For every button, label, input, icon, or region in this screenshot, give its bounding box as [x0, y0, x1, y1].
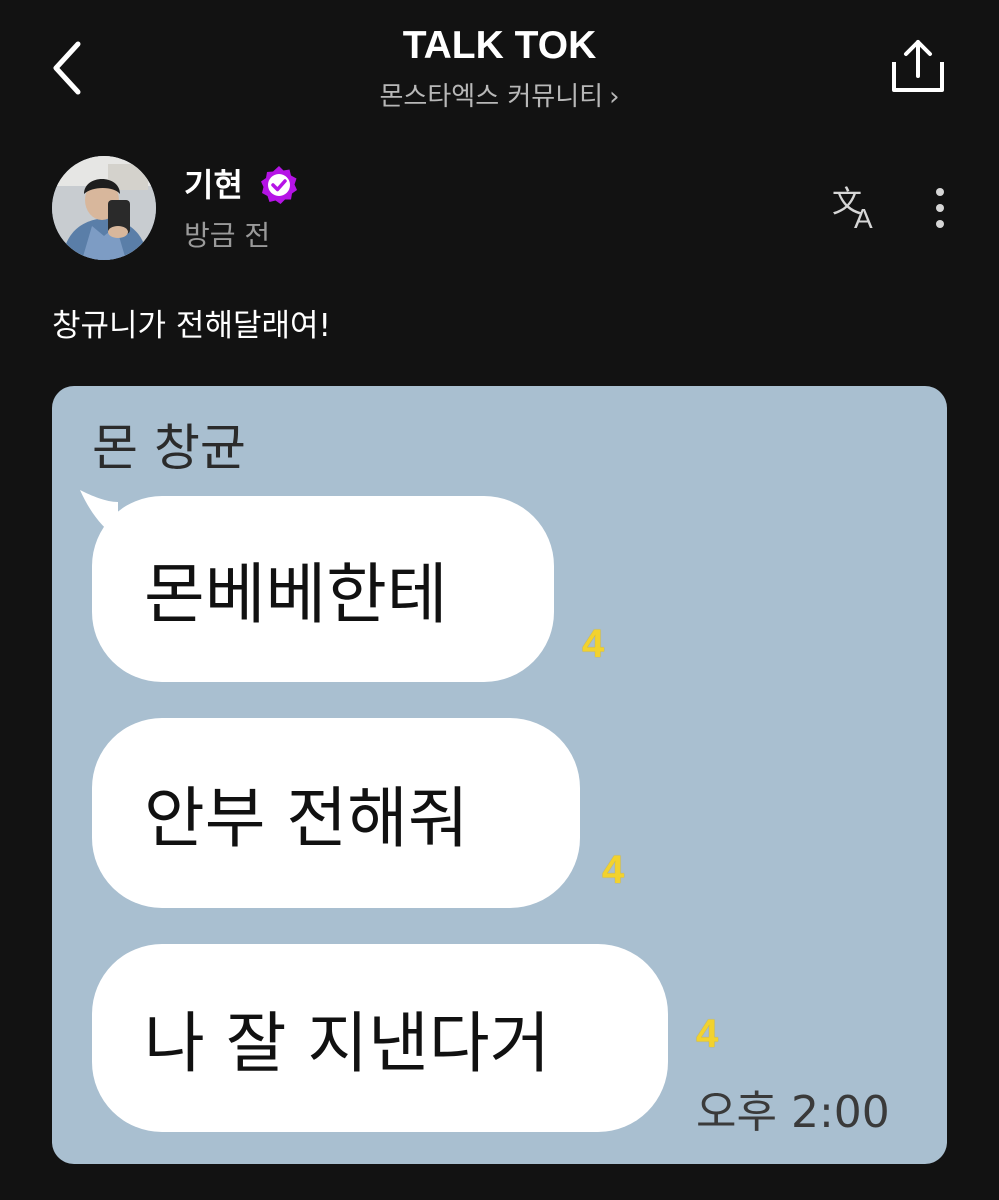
chat-message-text: 몬베베한테 [144, 556, 448, 633]
chat-message-time: 오후 2:00 [696, 1087, 890, 1138]
page-title: TALK TOK [402, 24, 597, 67]
chat-sender-name: 몬 창균 [92, 419, 246, 477]
verified-badge-icon [258, 164, 300, 206]
avatar[interactable] [52, 156, 156, 260]
chat-message-text: 안부 전해줘 [144, 780, 469, 857]
unread-count: 4 [696, 1012, 719, 1056]
unread-count: 4 [582, 622, 605, 666]
translate-button[interactable]: 文 A [830, 182, 886, 234]
chevron-right-icon: › [609, 82, 620, 112]
unread-count: 4 [602, 848, 625, 892]
translate-icon: 文 A [832, 185, 873, 234]
more-options-button[interactable] [924, 184, 956, 234]
chat-message-bubble: 나 잘 지낸다거 [92, 944, 668, 1132]
author-name[interactable]: 기현 [184, 160, 243, 206]
more-vertical-icon [936, 188, 944, 228]
post-time: 방금 전 [184, 219, 271, 252]
chat-message-bubble: 안부 전해줘 [92, 718, 580, 908]
svg-text:A: A [854, 203, 873, 234]
share-button[interactable] [886, 36, 950, 96]
profile-photo [52, 156, 156, 260]
chat-screenshot-image[interactable]: 몬 창균 몬베베한테 4 안부 전해줘 4 나 잘 지낸다거 4 오후 2:00 [52, 386, 947, 1164]
chat-message-bubble: 몬베베한테 [92, 496, 554, 682]
post-body: 창규니가 전해달래여! [52, 308, 331, 344]
community-name: 몬스타엑스 커뮤니티 [379, 82, 604, 112]
community-link[interactable]: 몬스타엑스 커뮤니티 › [0, 76, 999, 113]
chat-message-text: 나 잘 지낸다거 [144, 1005, 551, 1082]
share-upload-icon [892, 40, 944, 92]
